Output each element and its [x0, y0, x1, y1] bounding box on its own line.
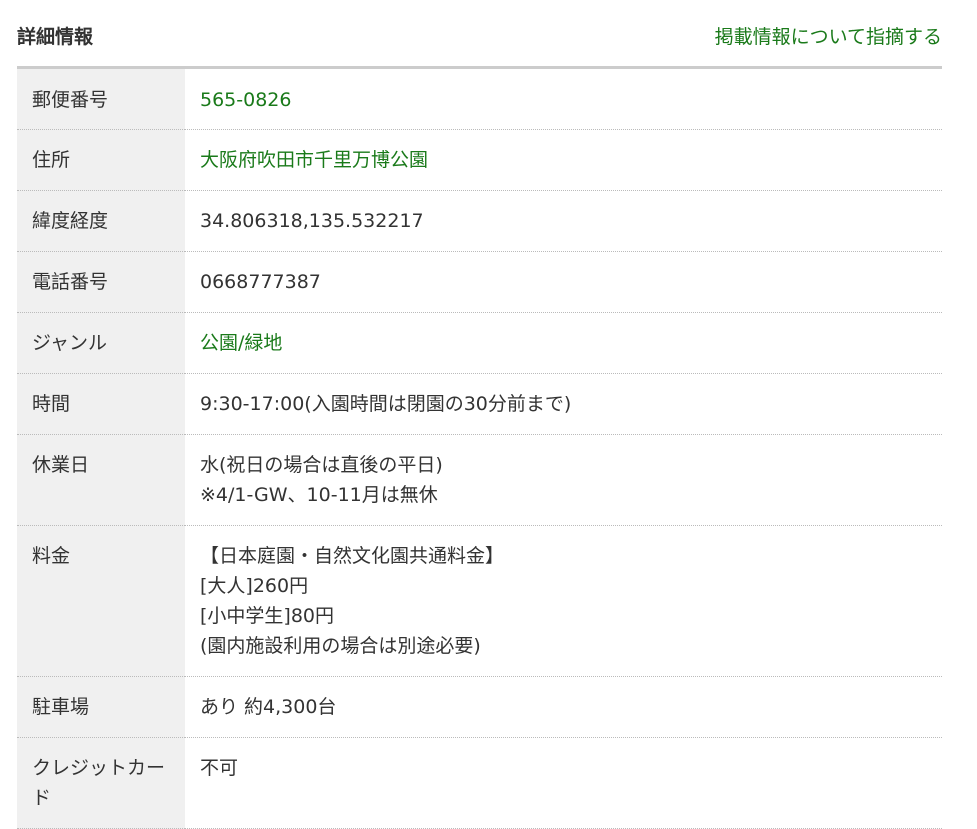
table-row-hours: 時間 9:30-17:00(入園時間は閉園の30分前まで)	[17, 373, 942, 435]
row-value-postal: 565-0826	[185, 69, 942, 130]
section-header: 詳細情報 掲載情報について指摘する	[17, 0, 942, 69]
row-value-hours: 9:30-17:00(入園時間は閉園の30分前まで)	[185, 373, 942, 435]
row-value-genre: 公園/緑地	[185, 312, 942, 374]
section-title: 詳細情報	[17, 25, 94, 48]
closed-line: 水(祝日の場合は直後の平日)	[200, 454, 443, 476]
row-label-address: 住所	[17, 129, 185, 191]
detail-table: 郵便番号 565-0826 住所 大阪府吹田市千里万博公園 緯度経度 34.80…	[17, 69, 942, 829]
row-label-closed: 休業日	[17, 434, 185, 526]
address-link[interactable]: 大阪府吹田市千里万博公園	[200, 149, 428, 171]
report-info-link[interactable]: 掲載情報について指摘する	[715, 22, 942, 49]
row-value-latlng: 34.806318,135.532217	[185, 190, 942, 252]
row-value-address: 大阪府吹田市千里万博公園	[185, 129, 942, 191]
row-label-parking: 駐車場	[17, 676, 185, 738]
row-label-hours: 時間	[17, 373, 185, 435]
row-label-genre: ジャンル	[17, 312, 185, 374]
detail-section: 詳細情報 掲載情報について指摘する 郵便番号 565-0826 住所 大阪府吹田…	[17, 0, 942, 829]
fee-line: 【日本庭園・自然文化園共通料金】	[200, 545, 505, 567]
fee-line: [大人]260円	[200, 575, 309, 597]
row-label-fee: 料金	[17, 525, 185, 677]
closed-line: ※4/1-GW、10-11月は無休	[200, 484, 438, 506]
row-label-phone: 電話番号	[17, 251, 185, 313]
row-label-credit: クレジットカード	[17, 737, 185, 829]
row-value-phone: 0668777387	[185, 251, 942, 313]
table-row-fee: 料金 【日本庭園・自然文化園共通料金】 [大人]260円 [小中学生]80円 (…	[17, 525, 942, 677]
row-value-closed: 水(祝日の場合は直後の平日) ※4/1-GW、10-11月は無休	[185, 434, 942, 526]
table-row-credit: クレジットカード 不可	[17, 737, 942, 829]
row-value-parking: あり 約4,300台	[185, 676, 942, 738]
postal-code-link[interactable]: 565-0826	[200, 89, 291, 111]
table-row-closed: 休業日 水(祝日の場合は直後の平日) ※4/1-GW、10-11月は無休	[17, 434, 942, 526]
table-row-genre: ジャンル 公園/緑地	[17, 312, 942, 374]
row-label-postal: 郵便番号	[17, 69, 185, 130]
table-row-address: 住所 大阪府吹田市千里万博公園	[17, 129, 942, 191]
fee-line: (園内施設利用の場合は別途必要)	[200, 635, 481, 657]
row-label-latlng: 緯度経度	[17, 190, 185, 252]
genre-link[interactable]: 公園/緑地	[200, 332, 282, 354]
row-value-fee: 【日本庭園・自然文化園共通料金】 [大人]260円 [小中学生]80円 (園内施…	[185, 525, 942, 677]
table-row-phone: 電話番号 0668777387	[17, 251, 942, 313]
row-value-credit: 不可	[185, 737, 942, 829]
table-row-postal: 郵便番号 565-0826	[17, 69, 942, 130]
table-row-parking: 駐車場 あり 約4,300台	[17, 676, 942, 738]
table-row-latlng: 緯度経度 34.806318,135.532217	[17, 190, 942, 252]
fee-line: [小中学生]80円	[200, 605, 335, 627]
